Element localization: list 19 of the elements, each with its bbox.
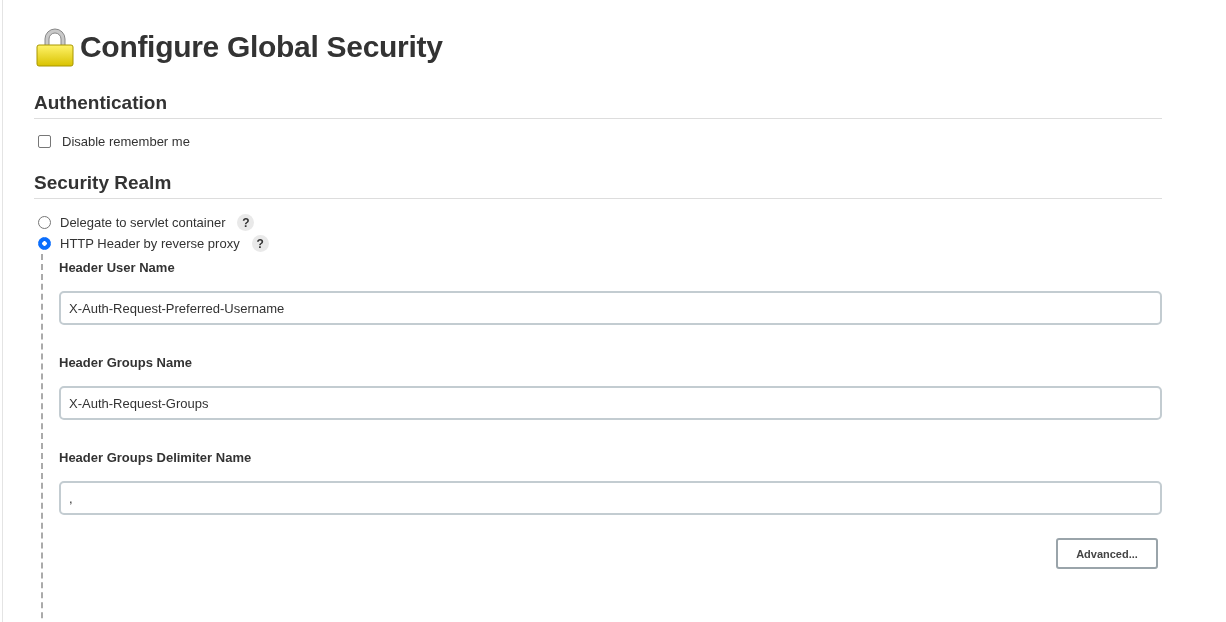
section-heading: Authentication xyxy=(34,92,167,114)
option-label: HTTP Header by reverse proxy xyxy=(60,236,240,251)
field-label: Header Groups Delimiter Name xyxy=(59,449,252,467)
input-field[interactable]: X-Auth-Request-Preferred-Username xyxy=(59,291,1162,325)
section-heading: Security Realm xyxy=(34,172,172,194)
advanced-button[interactable]: Advanced... xyxy=(1056,538,1158,569)
checkbox[interactable] xyxy=(38,135,51,148)
input-field[interactable]: , xyxy=(59,481,1162,515)
help-button[interactable]: ? xyxy=(237,214,255,231)
help-button[interactable]: ? xyxy=(251,235,269,252)
option-label: Delegate to servlet container xyxy=(60,215,226,230)
field-label: Header Groups Name xyxy=(59,354,192,372)
page-title: Configure Global Security xyxy=(80,30,443,64)
radio-button[interactable] xyxy=(38,237,51,250)
input-field[interactable]: X-Auth-Request-Groups xyxy=(59,386,1162,420)
option-label: Disable remember me xyxy=(62,134,190,149)
radio-button[interactable] xyxy=(38,216,51,229)
padlock-icon xyxy=(34,26,76,68)
field-label: Header User Name xyxy=(59,259,175,277)
